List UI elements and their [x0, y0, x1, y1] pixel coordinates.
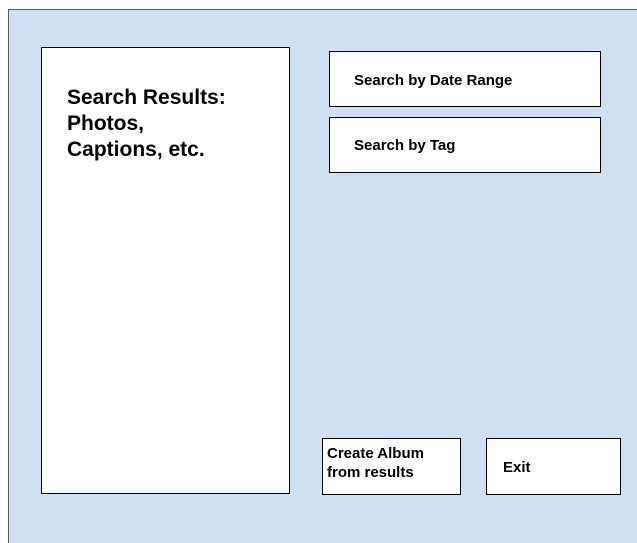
create-album-button[interactable]: Create Album from results [322, 438, 461, 495]
exit-button[interactable]: Exit [486, 438, 621, 495]
search-by-tag-button[interactable]: Search by Tag [329, 117, 601, 173]
search-by-date-range-button[interactable]: Search by Date Range [329, 51, 601, 107]
exit-label: Exit [503, 459, 531, 476]
search-by-date-range-label: Search by Date Range [354, 72, 513, 89]
search-results-label: Search Results: Photos, Captions, etc. [67, 86, 226, 161]
create-album-label: Create Album from results [327, 445, 424, 481]
search-results-panel: Search Results: Photos, Captions, etc. [41, 47, 290, 494]
search-by-tag-label: Search by Tag [354, 137, 456, 154]
